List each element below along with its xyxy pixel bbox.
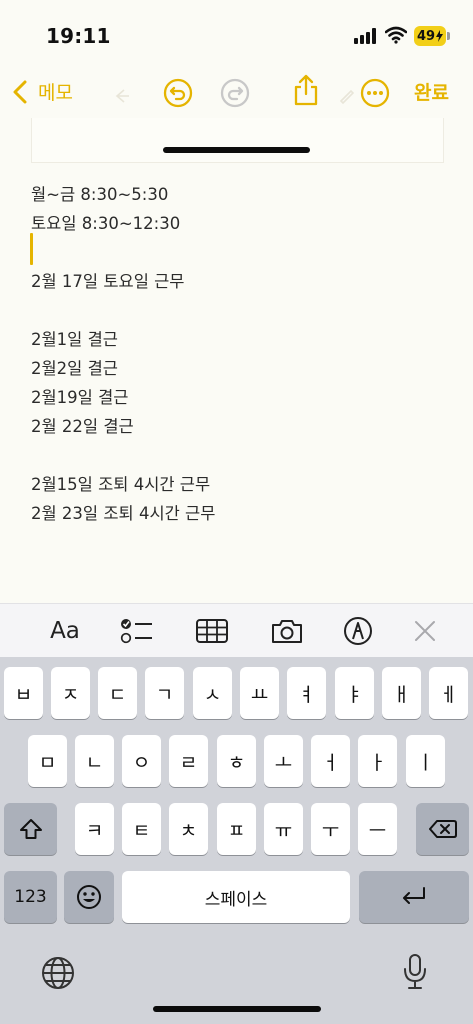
sheet-grabber[interactable] bbox=[163, 147, 310, 153]
key[interactable]: ㅈ bbox=[51, 667, 90, 719]
key[interactable]: ㅋ bbox=[75, 803, 114, 855]
camera-icon bbox=[272, 620, 302, 643]
text-style-button[interactable]: Aa bbox=[40, 604, 90, 658]
home-indicator bbox=[153, 1006, 321, 1012]
camera-button[interactable] bbox=[262, 604, 312, 658]
key[interactable]: ㅗ bbox=[264, 735, 303, 787]
space-key[interactable]: 스페이스 bbox=[122, 871, 350, 923]
backspace-key[interactable] bbox=[416, 803, 469, 855]
ghost-pen-icon bbox=[339, 89, 355, 104]
note-line[interactable]: 토요일 8:30~12:30 bbox=[31, 210, 180, 234]
key[interactable]: ㅂ bbox=[4, 667, 43, 719]
note-line[interactable]: 2월 22일 결근 bbox=[31, 413, 134, 437]
battery-tip bbox=[447, 32, 450, 40]
key[interactable]: ㄴ bbox=[75, 735, 114, 787]
key[interactable]: ㅠ bbox=[264, 803, 303, 855]
globe-icon[interactable] bbox=[40, 955, 76, 991]
back-button-label[interactable]: 메모 bbox=[38, 78, 73, 105]
note-line[interactable]: 2월2일 결근 bbox=[31, 355, 118, 379]
wifi-icon bbox=[385, 26, 407, 44]
more-options-icon[interactable] bbox=[360, 78, 390, 108]
key[interactable]: ㅌ bbox=[122, 803, 161, 855]
checklist-icon bbox=[120, 619, 152, 644]
keyboard: ㅂ ㅈ ㄷ ㄱ ㅅ ㅛ ㅕ ㅑ ㅐ ㅔ ㅁ ㄴ ㅇ ㄹ ㅎ ㅗ ㅓ ㅏ ㅣ ㅋ … bbox=[0, 657, 473, 1024]
battery-level: 49 bbox=[416, 28, 436, 44]
key[interactable]: ㅛ bbox=[240, 667, 279, 719]
microphone-icon[interactable] bbox=[402, 953, 428, 991]
key[interactable]: ㅊ bbox=[169, 803, 208, 855]
return-key[interactable] bbox=[359, 871, 469, 923]
shift-key[interactable] bbox=[4, 803, 57, 855]
return-icon bbox=[403, 887, 425, 904]
key[interactable]: ㅅ bbox=[193, 667, 232, 719]
key[interactable]: ㄱ bbox=[145, 667, 184, 719]
note-line[interactable]: 2월 23일 조퇴 4시간 근무 bbox=[31, 500, 215, 524]
redo-icon[interactable] bbox=[220, 78, 250, 108]
markup-pen-icon bbox=[344, 617, 372, 645]
battery-indicator: 49 bbox=[414, 26, 446, 46]
undo-icon[interactable] bbox=[163, 78, 193, 108]
backspace-icon bbox=[428, 820, 457, 838]
close-format-button[interactable] bbox=[400, 604, 450, 658]
table-button[interactable] bbox=[187, 604, 237, 658]
done-button[interactable]: 완료 bbox=[414, 78, 449, 105]
format-toolbar: Aa bbox=[0, 603, 473, 658]
text-caret bbox=[30, 233, 33, 265]
key[interactable]: ㅓ bbox=[311, 735, 350, 787]
note-line[interactable]: 2월15일 조퇴 4시간 근무 bbox=[31, 471, 210, 495]
close-icon bbox=[415, 621, 435, 641]
chevron-left-icon[interactable] bbox=[12, 80, 28, 104]
ghost-back-arrow-icon bbox=[115, 89, 129, 103]
emoji-icon bbox=[77, 885, 101, 909]
key[interactable]: ㅐ bbox=[382, 667, 421, 719]
key[interactable]: ㅏ bbox=[358, 735, 397, 787]
key[interactable]: ㅑ bbox=[335, 667, 374, 719]
key[interactable]: ㅡ bbox=[358, 803, 397, 855]
note-line[interactable]: 2월19일 결근 bbox=[31, 384, 128, 408]
shift-icon bbox=[19, 819, 42, 839]
key[interactable]: ㅍ bbox=[217, 803, 256, 855]
key[interactable]: ㅇ bbox=[122, 735, 161, 787]
key[interactable]: ㅔ bbox=[429, 667, 468, 719]
key[interactable]: ㅎ bbox=[217, 735, 256, 787]
status-time: 19:11 bbox=[46, 24, 111, 48]
charging-bolt-icon bbox=[436, 30, 444, 42]
note-line[interactable]: 월~금 8:30~5:30 bbox=[31, 181, 168, 205]
ghost-card bbox=[31, 118, 444, 163]
cellular-signal-icon bbox=[354, 28, 378, 44]
key[interactable]: ㅁ bbox=[28, 735, 67, 787]
emoji-key[interactable] bbox=[64, 871, 114, 923]
note-line[interactable]: 2월1일 결근 bbox=[31, 326, 118, 350]
numbers-key[interactable]: 123 bbox=[4, 871, 57, 923]
key[interactable]: ㄹ bbox=[169, 735, 208, 787]
key[interactable]: ㅕ bbox=[287, 667, 326, 719]
checklist-button[interactable] bbox=[112, 604, 162, 658]
share-icon[interactable] bbox=[292, 74, 320, 106]
table-icon bbox=[196, 619, 228, 643]
markup-button[interactable] bbox=[333, 604, 383, 658]
key[interactable]: ㅣ bbox=[406, 735, 445, 787]
key[interactable]: ㅜ bbox=[311, 803, 350, 855]
key[interactable]: ㄷ bbox=[98, 667, 137, 719]
note-line[interactable]: 2월 17일 토요일 근무 bbox=[31, 268, 185, 292]
